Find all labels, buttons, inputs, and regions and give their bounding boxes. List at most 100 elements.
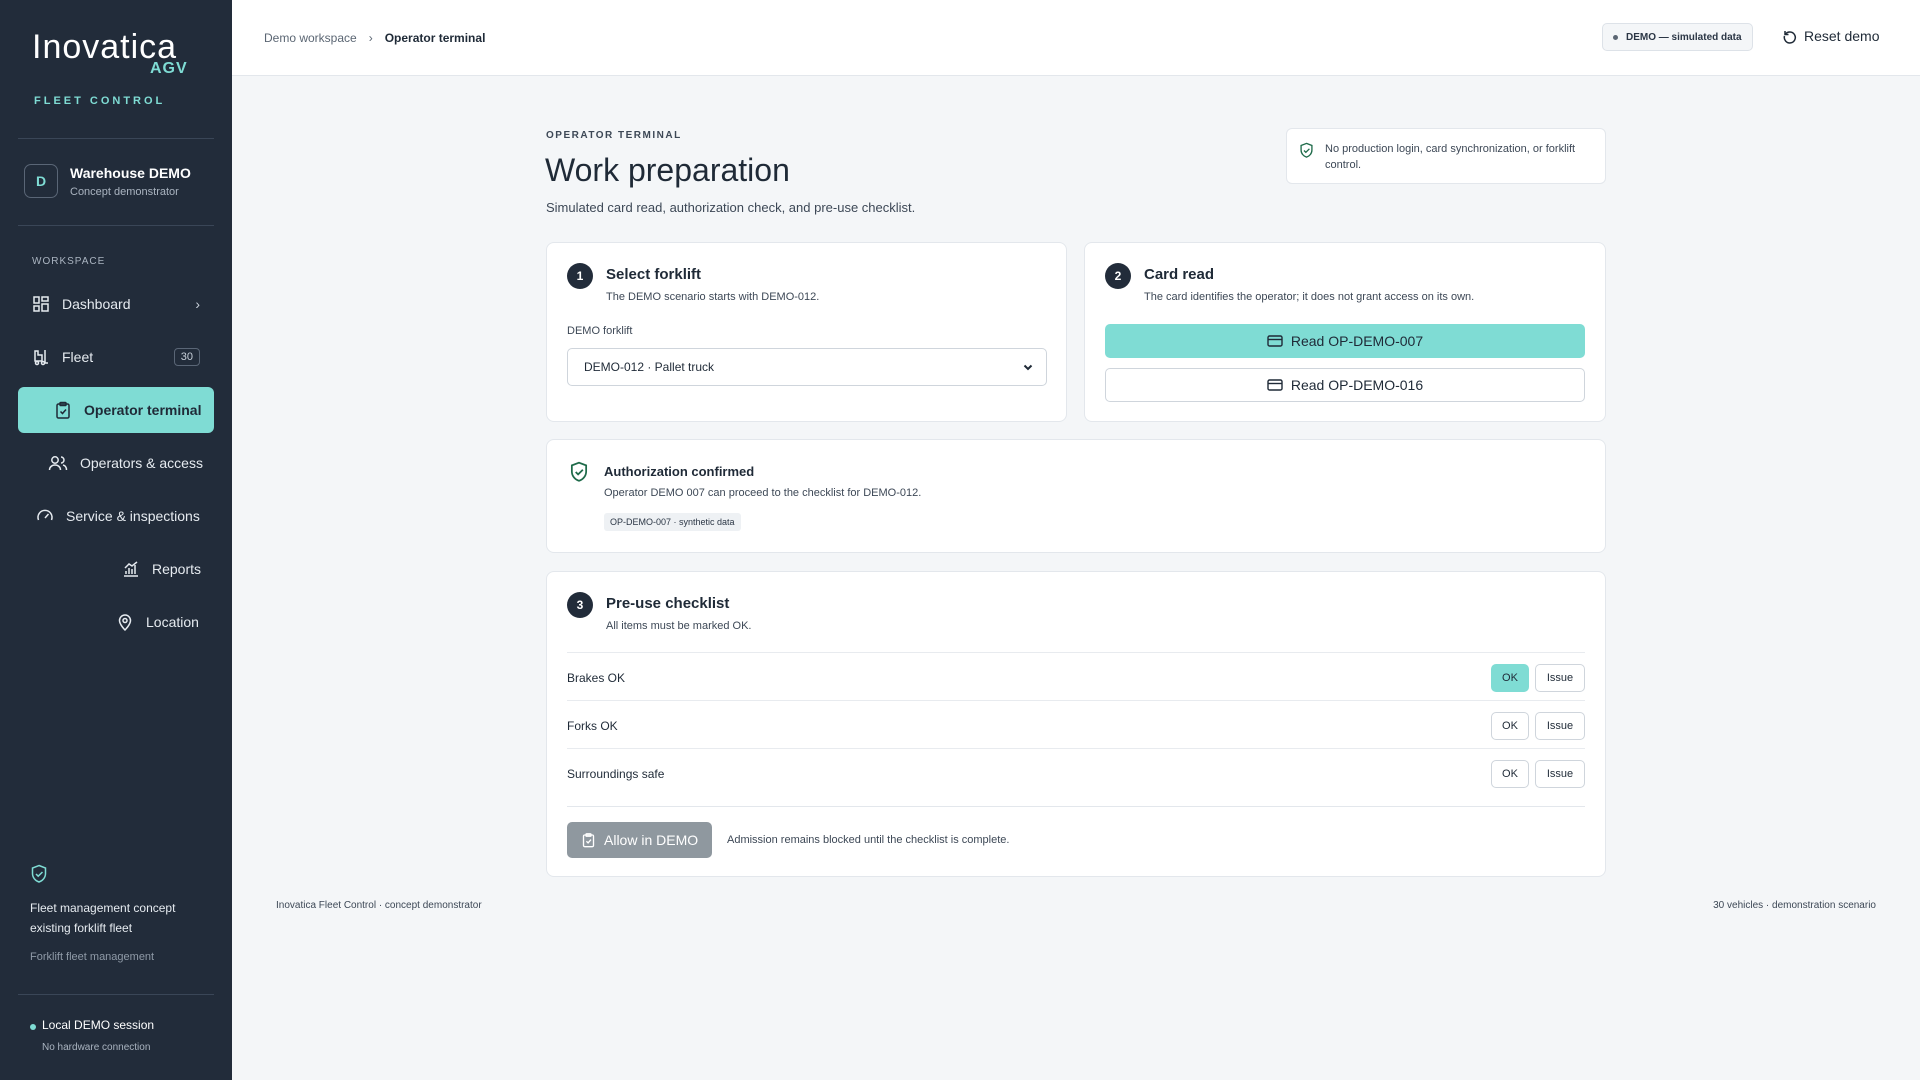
grid-icon [33,296,49,312]
checklist-divider [567,806,1585,807]
authorization-card: Authorization confirmed Operator DEMO 00… [546,439,1606,553]
issue-button[interactable]: Issue [1535,760,1585,788]
sidebar-item-label: Dashboard [62,296,131,312]
field-label: DEMO forklift [567,325,633,337]
breadcrumb-current: Operator terminal [384,31,486,45]
checklist-row-surroundings: Surroundings safe OK Issue [567,748,1585,796]
gauge-icon [37,509,53,521]
admission-note: Admission remains blocked until the chec… [727,834,1010,846]
chevron-down-icon [1023,364,1033,371]
sidebar-divider [18,225,214,226]
button-label: Read OP-DEMO-016 [1290,377,1424,393]
card-title: Pre-use checklist [606,595,730,612]
brand-logo[interactable]: Inovatica AGV [32,28,187,77]
select-forklift-card: 1 Select forklift The DEMO scenario star… [546,242,1067,422]
footer-right-text: 30 vehicles · demonstration scenario [1713,900,1876,911]
allow-in-demo-button[interactable]: Allow in DEMO [567,822,713,858]
workspace-description: Concept demonstrator [70,185,179,198]
issue-button[interactable]: Issue [1535,664,1585,692]
demo-notice: No production login, card synchronizatio… [1286,128,1606,184]
page-eyebrow: OPERATOR TERMINAL [546,130,682,141]
chart-icon [124,561,138,577]
reset-demo-button[interactable]: Reset demo [1782,28,1879,44]
checklist-row-brakes: Brakes OK OK Issue [567,652,1585,700]
shield-check-icon [31,864,47,883]
checklist-item-label: Brakes OK [567,671,626,685]
checklist-item-label: Surroundings safe [567,767,665,781]
session-title: Local DEMO session [42,1018,155,1032]
read-op-demo-007-button[interactable]: Read OP-DEMO-007 [1105,324,1585,358]
management-text: Forklift fleet management [30,951,155,963]
issue-button[interactable]: Issue [1535,712,1585,740]
sidebar-divider [18,994,214,995]
sidebar-item-label: Location [146,614,199,630]
card-subtitle: The card identifies the operator; it doe… [1144,291,1475,303]
breadcrumb-root[interactable]: Demo workspace [264,31,357,45]
card-icon [1267,335,1283,347]
step-number: 3 [567,592,593,618]
shield-check-icon [1300,142,1313,158]
sidebar-item-service-inspections[interactable]: Service & inspections [36,493,200,539]
forklift-icon [34,350,48,366]
button-label: Allow in DEMO [604,832,699,848]
authorization-description: Operator DEMO 007 can proceed to the che… [604,487,922,499]
shield-check-icon [570,461,588,482]
ok-button[interactable]: OK [1491,712,1529,740]
users-icon [48,456,68,471]
ok-button[interactable]: OK [1491,664,1529,692]
footer-left-text: Inovatica Fleet Control · concept demons… [276,900,482,911]
card-title: Select forklift [606,266,702,283]
checklist-item-label: Forks OK [567,719,618,733]
sidebar: Inovatica AGV FLEET CONTROL D Warehouse … [0,0,232,1080]
card-read-card: 2 Card read The card identifies the oper… [1084,242,1606,422]
pre-use-checklist-card: 3 Pre-use checklist All items must be ma… [546,571,1606,877]
sidebar-item-label: Operators & access [80,455,203,471]
card-icon [1267,379,1283,391]
chevron-right-icon: › [195,296,200,312]
status-dot [1613,34,1618,40]
clipboard-icon [582,833,595,848]
workspace-avatar: D [24,164,58,198]
forklift-select-value: DEMO-012 · Pallet truck [584,360,715,374]
checklist-row-forks: Forks OK OK Issue [567,700,1585,748]
concept-text: Fleet management concept existing forkli… [30,901,176,935]
clipboard-icon [56,401,70,419]
ok-button[interactable]: OK [1491,760,1529,788]
sidebar-item-label: Fleet [62,349,94,365]
operator-tag: OP-DEMO-007 · synthetic data [604,513,741,531]
reset-icon [1783,31,1797,44]
sidebar-item-fleet[interactable]: Fleet 30 [32,334,200,380]
card-title: Card read [1144,266,1215,283]
map-pin-icon [118,614,132,631]
chevron-right-icon: › [368,31,373,45]
page-subtitle: Simulated card read, authorization check… [546,200,916,215]
sidebar-item-label: Reports [152,561,202,577]
sidebar-item-reports[interactable]: Reports [122,546,201,592]
forklift-select[interactable]: DEMO-012 · Pallet truck [567,348,1047,386]
sidebar-item-label: Operator terminal [84,402,202,418]
sidebar-item-operators-access[interactable]: Operators & access [48,440,203,486]
sidebar-item-location[interactable]: Location [116,599,199,645]
sidebar-divider [18,138,214,139]
brand-tag: AGV [150,60,188,77]
breadcrumb: Demo workspace › Operator terminal [264,31,485,45]
session-subtitle: No hardware connection [42,1042,151,1053]
demo-status-badge: DEMO — simulated data [1602,23,1753,51]
button-label: Read OP-DEMO-007 [1290,333,1424,349]
read-op-demo-016-button[interactable]: Read OP-DEMO-016 [1105,368,1585,402]
card-subtitle: All items must be marked OK. [606,620,752,632]
demo-status-text: DEMO — simulated data [1626,31,1742,43]
workspace-name: Warehouse DEMO [70,164,191,181]
page-title: Work preparation [545,152,790,188]
step-number: 2 [1105,263,1131,289]
sidebar-item-dashboard[interactable]: Dashboard › [32,281,200,327]
step-number: 1 [567,263,593,289]
fleet-count-badge: 30 [173,348,200,366]
authorization-title: Authorization confirmed [604,464,755,479]
sidebar-item-label: Service & inspections [66,508,200,524]
notice-text: No production login, card synchronizatio… [1325,143,1576,171]
workspace-card[interactable]: D Warehouse DEMO Concept demonstrator [24,164,191,198]
topbar: Demo workspace › Operator terminal DEMO … [232,0,1920,76]
sidebar-item-operator-terminal[interactable]: Operator terminal [18,387,214,433]
sidebar-section-label: WORKSPACE [32,256,106,267]
